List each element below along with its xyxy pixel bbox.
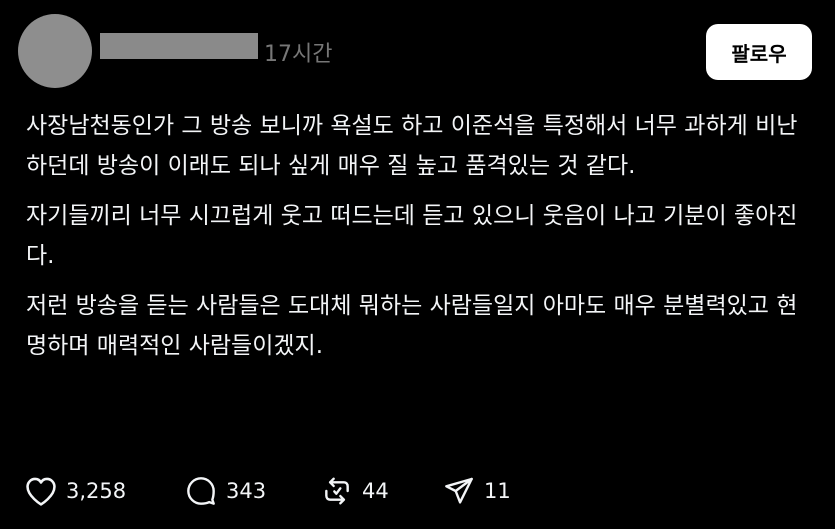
- heart-icon: [24, 475, 58, 507]
- share-button[interactable]: 11: [442, 475, 522, 507]
- repost-button[interactable]: 44: [320, 475, 442, 507]
- share-count: 11: [484, 479, 511, 503]
- username[interactable]: _ _ _ _ _ _: [100, 33, 258, 65]
- follow-button[interactable]: 팔로우: [706, 24, 812, 80]
- like-count: 3,258: [66, 479, 127, 503]
- comment-button[interactable]: 343: [184, 475, 320, 507]
- send-icon: [442, 475, 476, 507]
- comment-count: 343: [226, 479, 267, 503]
- repost-count: 44: [362, 479, 389, 503]
- post-paragraph: 사장남천동인가 그 방송 보니까 욕설도 하고 이준석을 특정해서 너무 과하게…: [26, 113, 798, 179]
- like-button[interactable]: 3,258: [24, 475, 184, 507]
- repost-icon: [320, 475, 354, 507]
- post-timestamp: 17시간: [264, 42, 333, 67]
- post-paragraph: 저런 방송을 듣는 사람들은 도대체 뭐하는 사람들일지 아마도 매우 분별력있…: [26, 293, 798, 359]
- username-redaction: [100, 33, 258, 59]
- action-bar: 3,258 343 44 11: [24, 472, 522, 510]
- comment-bubble-icon: [184, 475, 218, 507]
- thread-post: _ _ _ _ _ _ 17시간 팔로우 사장남천동인가 그 방송 보니까 욕설…: [0, 0, 835, 529]
- post-paragraph: 자기들끼리 너무 시끄럽게 웃고 떠드는데 듣고 있으니 웃음이 나고 기분이 …: [26, 203, 798, 269]
- post-body: 사장남천동인가 그 방송 보니까 욕설도 하고 이준석을 특정해서 너무 과하게…: [26, 106, 806, 376]
- avatar[interactable]: [18, 14, 92, 88]
